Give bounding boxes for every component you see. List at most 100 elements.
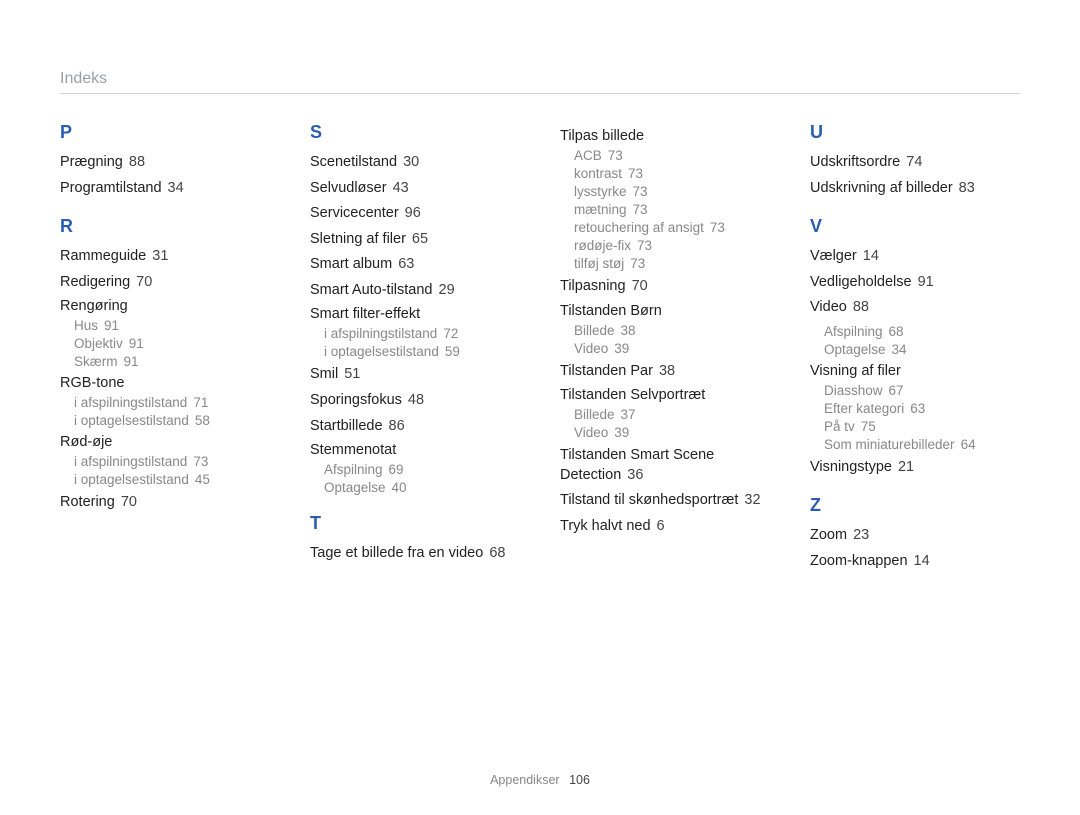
page-footer: Appendikser 106 [0, 773, 1080, 787]
index-subentry-page: 72 [443, 326, 458, 341]
index-entry: Rammeguide 31 [60, 247, 270, 267]
index-subentry-label: i optagelsestilstand [74, 472, 189, 487]
index-entry-page: 34 [168, 180, 184, 196]
index-entry-label: Programtilstand [60, 180, 162, 196]
index-subentry-page: 58 [195, 413, 210, 428]
index-subentry-page: 91 [124, 354, 139, 369]
index-entry: Video 88 [810, 298, 1020, 318]
page-header: Indeks [60, 70, 1020, 94]
index-entry-page: 30 [403, 154, 419, 170]
index-subhead: Visning af filer [810, 363, 1020, 379]
index-subentry-label: i afspilningstilstand [74, 454, 187, 469]
index-subentry: Billede38 [574, 323, 770, 338]
index-entry-label: Smart Auto-tilstand [310, 282, 433, 298]
index-entry: Programtilstand 34 [60, 179, 270, 199]
index-entry: Smil 51 [310, 365, 520, 385]
index-entry-page: 68 [489, 545, 505, 561]
index-subentry-label: Billede [574, 407, 615, 422]
index-subentry-label: Efter kategori [824, 401, 904, 416]
index-subentry-page: 73 [637, 238, 652, 253]
index-subhead: RGB-tone [60, 375, 270, 391]
index-subentry-page: 73 [633, 202, 648, 217]
index-subentry-page: 71 [193, 395, 208, 410]
index-entry-page: 31 [152, 248, 168, 264]
index-entry-label: Zoom [810, 527, 847, 543]
index-entry-label: Smil [310, 366, 338, 382]
index-subentry-label: Hus [74, 318, 98, 333]
index-entry-page: 32 [744, 492, 760, 508]
index-columns: PPrægning88Programtilstand34RRammeguide3… [60, 122, 1020, 578]
index-entry-label: Tilstanden Par [560, 363, 653, 379]
index-entry-label: Video [810, 299, 847, 315]
index-subentry-page: 63 [910, 401, 925, 416]
index-subentry: Optagelse40 [324, 480, 520, 495]
index-entry-page: 43 [393, 180, 409, 196]
index-subentry: Objektiv91 [74, 336, 270, 351]
index-entry-page: 70 [121, 494, 137, 510]
index-entry: Udskrivning af billeder83 [810, 179, 1020, 199]
index-subentry-page: 34 [892, 342, 907, 357]
index-subentry-label: i optagelsestilstand [324, 344, 439, 359]
index-subentry-label: ACB [574, 148, 602, 163]
index-entry-label: Rotering [60, 494, 115, 510]
index-entry-label: Sporingsfokus [310, 392, 402, 408]
index-subentry-label: Diasshow [824, 383, 883, 398]
index-subentry: Video39 [574, 425, 770, 440]
index-entry-page: 65 [412, 231, 428, 247]
index-letter: V [810, 216, 1020, 237]
index-entry: Startbillede86 [310, 417, 520, 437]
index-subentry: i optagelsestilstand 58 [74, 413, 270, 428]
index-entry-label: Tage et billede fra en video [310, 545, 483, 561]
index-col-1: PPrægning88Programtilstand34RRammeguide3… [60, 122, 270, 578]
index-entry-page: 51 [344, 366, 360, 382]
index-subentry-label: i afspilningstilstand [324, 326, 437, 341]
index-entry: Visningstype21 [810, 458, 1020, 478]
index-subentry-page: 59 [445, 344, 460, 359]
index-col-3: Tilpas billedeACB73kontrast73lysstyrke73… [560, 122, 770, 578]
index-subentry: Skærm91 [74, 354, 270, 369]
index-subentry-label: Billede [574, 323, 615, 338]
index-subentry: i afspilningstilstand 73 [74, 454, 270, 469]
index-entry-label: Servicecenter [310, 205, 399, 221]
index-subhead: Rengøring [60, 298, 270, 314]
index-entry: Rotering 70 [60, 493, 270, 513]
index-subentry-page: 37 [621, 407, 636, 422]
index-entry-page: 83 [959, 180, 975, 196]
index-subentry-label: Som miniaturebilleder [824, 437, 955, 452]
index-subhead: Tilpas billede [560, 128, 770, 144]
index-subentry: Afspilning68 [824, 324, 1020, 339]
index-subentry-page: 91 [104, 318, 119, 333]
index-subentry-page: 73 [193, 454, 208, 469]
index-entry-label: Smart album [310, 256, 392, 272]
index-subentry-label: mætning [574, 202, 627, 217]
index-subentry: lysstyrke73 [574, 184, 770, 199]
index-subentry-label: Objektiv [74, 336, 123, 351]
index-entry-page: 38 [659, 363, 675, 379]
index-entry-page: 88 [853, 299, 869, 315]
index-subentry: Afspilning69 [324, 462, 520, 477]
index-entry: Smart Auto-tilstand29 [310, 281, 520, 301]
index-subentry: retouchering af ansigt 73 [574, 220, 770, 235]
index-entry: Tilstanden Par 38 [560, 362, 770, 382]
index-subentry: Billede 37 [574, 407, 770, 422]
index-entry-page: 14 [914, 553, 930, 569]
index-entry: Udskriftsordre74 [810, 153, 1020, 173]
index-subentry-page: 40 [392, 480, 407, 495]
index-entry-label: Rammeguide [60, 248, 146, 264]
index-subentry: ACB73 [574, 148, 770, 163]
index-entry-label: Vælger [810, 248, 857, 264]
index-entry: Selvudløser43 [310, 179, 520, 199]
index-col-2: SScenetilstand30Selvudløser43Servicecent… [310, 122, 520, 578]
index-entry-label: Scenetilstand [310, 154, 397, 170]
index-col-4: UUdskriftsordre74Udskrivning af billeder… [810, 122, 1020, 578]
index-subentry-page: 73 [710, 220, 725, 235]
index-entry: Sletning af filer65 [310, 230, 520, 250]
index-subentry-label: lysstyrke [574, 184, 627, 199]
index-subentry-label: Afspilning [324, 462, 383, 477]
index-entry-label: Tilpasning [560, 278, 626, 294]
index-subentry-label: i optagelsestilstand [74, 413, 189, 428]
footer-page-number: 106 [569, 773, 590, 787]
index-subentry-label: Video [574, 341, 608, 356]
index-entry: Sporingsfokus48 [310, 391, 520, 411]
index-subentry-label: retouchering af ansigt [574, 220, 704, 235]
